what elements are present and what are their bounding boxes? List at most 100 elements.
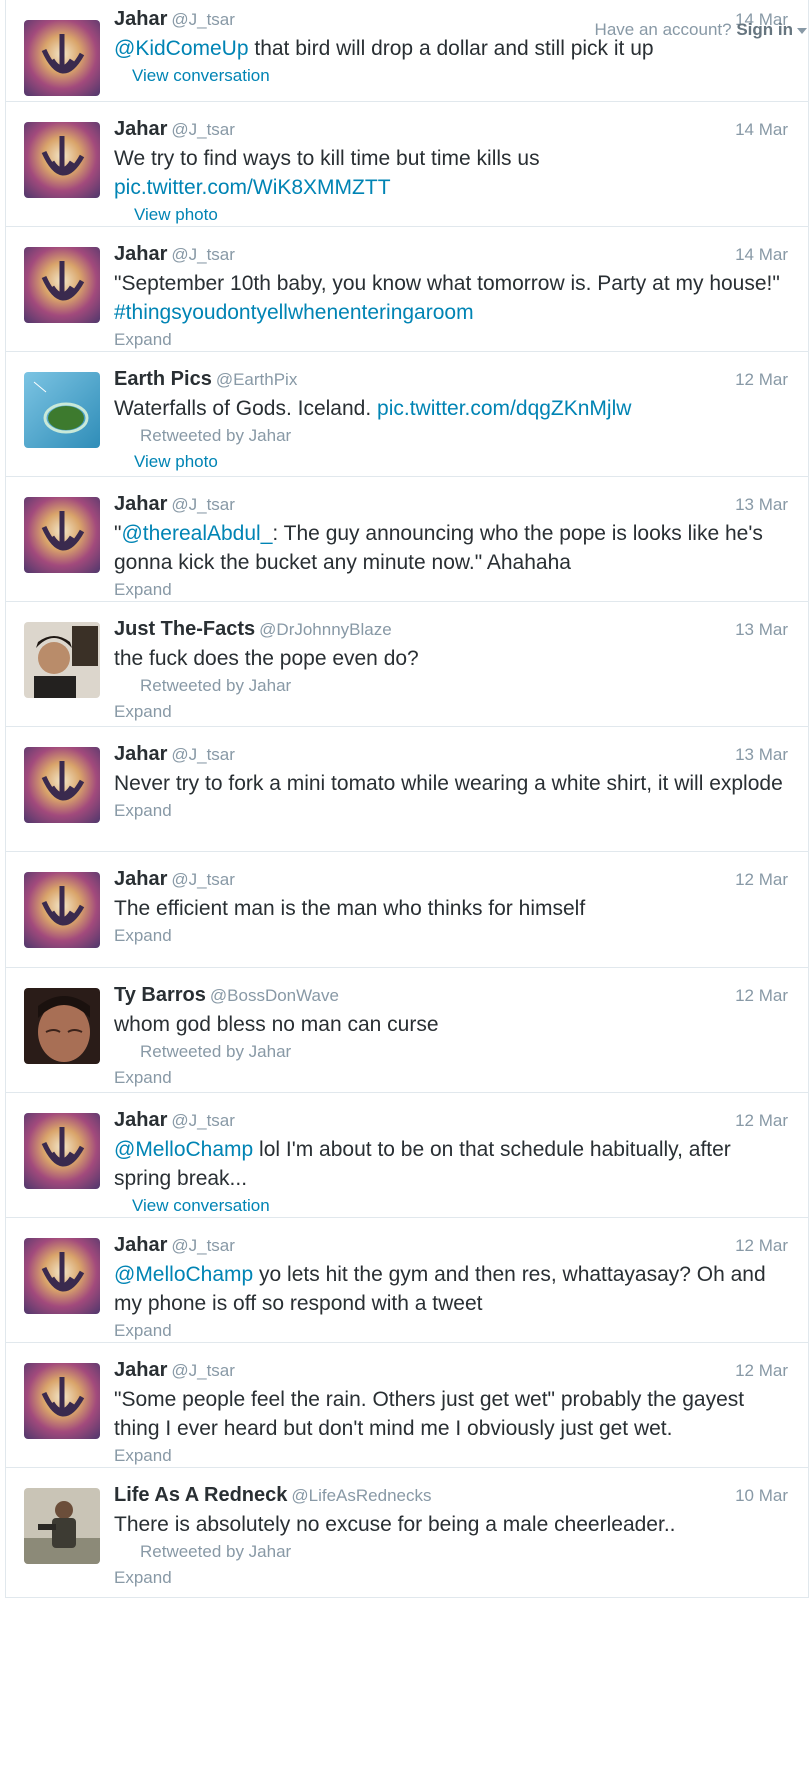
tweet-fullname[interactable]: Earth Pics <box>114 368 212 390</box>
tweet-username[interactable]: @J_tsar <box>171 1236 235 1255</box>
retweeted-by: Retweeted by Jahar <box>140 676 292 695</box>
tweet-item[interactable]: Jahar @J_tsar 14 Mar We try to find ways … <box>6 102 808 227</box>
expand-link[interactable]: Expand <box>114 1065 784 1091</box>
expand-link[interactable]: Expand <box>114 327 784 351</box>
tweet-timestamp[interactable]: 14 Mar <box>735 120 788 140</box>
tweet-fullname[interactable]: Jahar <box>114 243 167 265</box>
tweet-item[interactable]: Jahar @J_tsar 14 Mar "September 10th baby… <box>6 227 808 352</box>
tweet-item[interactable]: Earth Pics @EarthPix 12 Mar Waterfalls of… <box>6 352 808 477</box>
tweet-item[interactable]: Jahar @J_tsar 12 Mar @MelloChamp lol I'm … <box>6 1093 808 1218</box>
sign-in-link[interactable]: Sign in <box>736 20 793 39</box>
tweet-text: @MelloChamp yo lets hit the gym and then… <box>114 1263 766 1315</box>
tweet-item[interactable]: Ty Barros @BossDonWave 12 Mar whom god bl… <box>6 968 808 1093</box>
view-photo-link[interactable]: View photo <box>134 449 784 475</box>
tweet-username[interactable]: @J_tsar <box>171 870 235 889</box>
tweet-fullname[interactable]: Just The-Facts <box>114 618 255 640</box>
view-conversation-link[interactable]: View conversation <box>132 1193 784 1217</box>
tweet-text: Never try to fork a mini tomato while we… <box>114 772 783 795</box>
tweet-timestamp[interactable]: 12 Mar <box>735 1361 788 1381</box>
tweet-item[interactable]: Jahar @J_tsar 13 Mar Never try to fork a … <box>6 727 808 852</box>
expand-link[interactable]: Expand <box>114 699 784 725</box>
avatar[interactable] <box>24 622 100 698</box>
tweet-item[interactable]: Jahar @J_tsar 14 Mar @KidComeUp that bird… <box>6 0 808 102</box>
tweet-fullname[interactable]: Jahar <box>114 1234 167 1256</box>
tweet-text: whom god bless no man can curse <box>114 1013 439 1036</box>
avatar[interactable] <box>24 988 100 1064</box>
tweet-fullname[interactable]: Jahar <box>114 118 167 140</box>
caret-down-icon <box>797 27 807 34</box>
avatar[interactable] <box>24 1488 100 1564</box>
tweet-username[interactable]: @J_tsar <box>171 745 235 764</box>
expand-link[interactable]: Expand <box>114 798 784 824</box>
tweet-fullname[interactable]: Life As A Redneck <box>114 1484 287 1506</box>
avatar[interactable] <box>24 372 100 448</box>
mention-link[interactable]: @therealAbdul_ <box>121 522 272 545</box>
avatar[interactable] <box>24 872 100 948</box>
avatar[interactable] <box>24 20 100 96</box>
tweet-username[interactable]: @J_tsar <box>171 120 235 139</box>
tweet-timestamp[interactable]: 12 Mar <box>735 986 788 1006</box>
tweet-fullname[interactable]: Jahar <box>114 868 167 890</box>
tweet-username[interactable]: @BossDonWave <box>210 986 339 1005</box>
avatar[interactable] <box>24 1113 100 1189</box>
expand-link[interactable]: Expand <box>114 577 784 601</box>
tweet-username[interactable]: @LifeAsRednecks <box>291 1486 431 1505</box>
view-photo-link[interactable]: View photo <box>134 202 784 226</box>
sign-in-bar[interactable]: Have an account? Sign in <box>595 20 807 40</box>
tweet-timestamp[interactable]: 12 Mar <box>735 370 788 390</box>
mention-link[interactable]: @MelloChamp <box>114 1263 253 1286</box>
tweet-text: "September 10th baby, you know what tomo… <box>114 272 780 324</box>
hashtag-link[interactable]: #thingsyoudontyellwhenenteringaroom <box>114 301 474 324</box>
expand-link[interactable]: Expand <box>114 1565 784 1591</box>
avatar[interactable] <box>24 497 100 573</box>
tweet-timestamp[interactable]: 13 Mar <box>735 620 788 640</box>
tweet-timestamp[interactable]: 13 Mar <box>735 495 788 515</box>
tweet-timestamp[interactable]: 12 Mar <box>735 1236 788 1256</box>
tweet-fullname[interactable]: Jahar <box>114 1359 167 1381</box>
avatar[interactable] <box>24 247 100 323</box>
tweet-text: Waterfalls of Gods. Iceland. pic.twitter… <box>114 397 632 420</box>
tweet-timestamp[interactable]: 13 Mar <box>735 745 788 765</box>
retweeted-by: Retweeted by Jahar <box>140 1542 292 1561</box>
tweet-fullname[interactable]: Ty Barros <box>114 984 206 1006</box>
tweet-timestamp[interactable]: 12 Mar <box>735 870 788 890</box>
avatar[interactable] <box>24 1238 100 1314</box>
tweet-timestamp[interactable]: 14 Mar <box>735 245 788 265</box>
tweet-username[interactable]: @J_tsar <box>171 10 235 29</box>
avatar[interactable] <box>24 122 100 198</box>
tweet-username[interactable]: @J_tsar <box>171 1111 235 1130</box>
tweet-fullname[interactable]: Jahar <box>114 8 167 30</box>
mention-link[interactable]: @KidComeUp <box>114 37 249 60</box>
tweet-item[interactable]: Jahar @J_tsar 13 Mar "@therealAbdul_: The… <box>6 477 808 602</box>
tweet-fullname[interactable]: Jahar <box>114 743 167 765</box>
photo-link[interactable]: pic.twitter.com/dqgZKnMjlw <box>377 397 631 420</box>
mention-link[interactable]: @MelloChamp <box>114 1138 253 1161</box>
photo-link[interactable]: pic.twitter.com/WiK8XMMZTT <box>114 176 391 199</box>
tweet-username[interactable]: @EarthPix <box>216 370 298 389</box>
tweet-item[interactable]: Jahar @J_tsar 12 Mar @MelloChamp yo lets … <box>6 1218 808 1343</box>
expand-link[interactable]: Expand <box>114 1318 784 1342</box>
tweet-fullname[interactable]: Jahar <box>114 1109 167 1131</box>
tweet-text: the fuck does the pope even do? <box>114 647 419 670</box>
tweet-username[interactable]: @J_tsar <box>171 495 235 514</box>
tweet-item[interactable]: Jahar @J_tsar 12 Mar "Some people feel th… <box>6 1343 808 1468</box>
tweet-item[interactable]: Jahar @J_tsar 12 Mar The efficient man is… <box>6 852 808 968</box>
have-account-text: Have an account? <box>594 20 732 39</box>
tweet-text: @MelloChamp lol I'm about to be on that … <box>114 1138 731 1190</box>
tweet-username[interactable]: @J_tsar <box>171 245 235 264</box>
tweet-timestamp[interactable]: 10 Mar <box>735 1486 788 1506</box>
avatar[interactable] <box>24 747 100 823</box>
expand-link[interactable]: Expand <box>114 923 784 949</box>
tweet-username[interactable]: @DrJohnnyBlaze <box>259 620 392 639</box>
tweet-item[interactable]: Life As A Redneck @LifeAsRednecks 10 Mar … <box>6 1468 808 1598</box>
avatar[interactable] <box>24 1363 100 1439</box>
tweet-fullname[interactable]: Jahar <box>114 493 167 515</box>
tweet-username[interactable]: @J_tsar <box>171 1361 235 1380</box>
expand-link[interactable]: Expand <box>114 1443 784 1467</box>
view-conversation-link[interactable]: View conversation <box>132 63 784 89</box>
tweet-timestamp[interactable]: 12 Mar <box>735 1111 788 1131</box>
retweeted-by: Retweeted by Jahar <box>140 1042 292 1061</box>
tweet-text: There is absolutely no excuse for being … <box>114 1513 676 1536</box>
tweet-item[interactable]: Just The-Facts @DrJohnnyBlaze 13 Mar the … <box>6 602 808 727</box>
tweet-text: "Some people feel the rain. Others just … <box>114 1388 745 1440</box>
